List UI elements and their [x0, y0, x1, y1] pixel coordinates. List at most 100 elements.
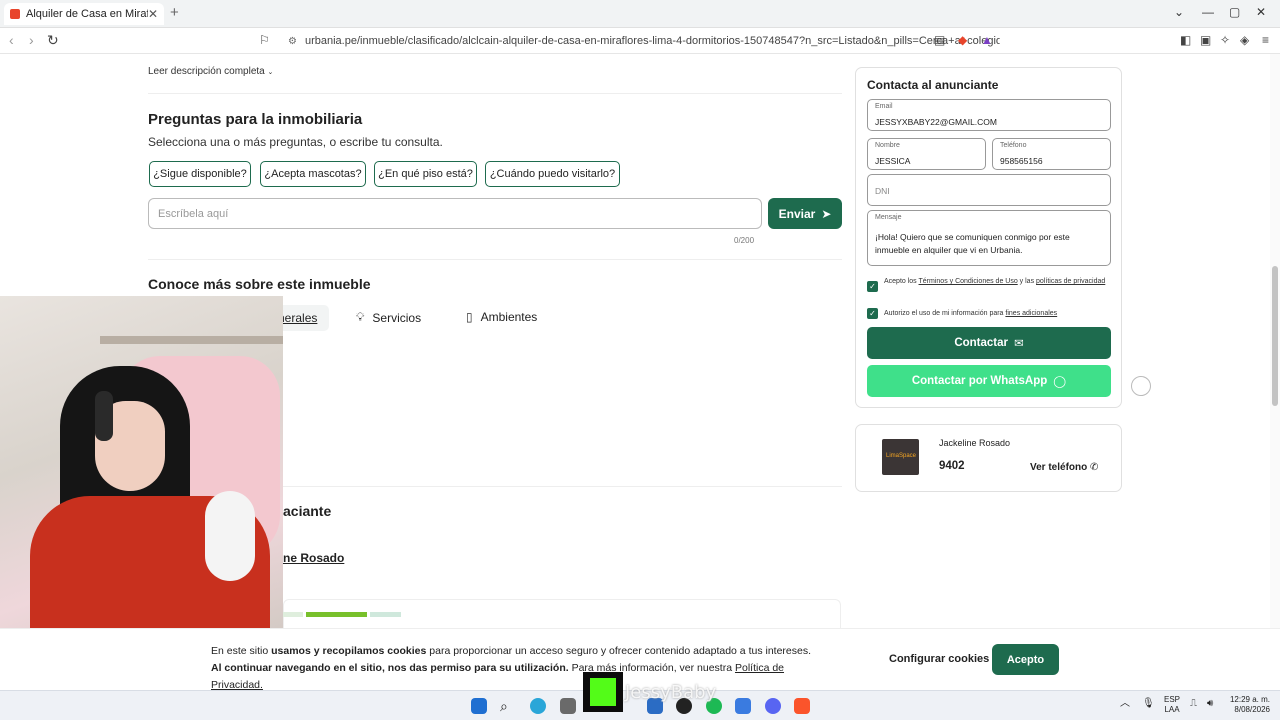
brave-shields-icon[interactable]: ◆: [958, 33, 967, 47]
nombre-field[interactable]: Nombre JESSICA: [867, 138, 986, 170]
authorize-checkbox[interactable]: ✓: [867, 308, 878, 319]
chip-cuando-visitarlo[interactable]: ¿Cuándo puedo visitarlo?: [485, 161, 620, 187]
authorize-text: Autorizo el uso de mi información para f…: [884, 309, 1109, 319]
whatsapp-label: Contactar por WhatsApp: [911, 375, 1048, 387]
ver-telefono-button[interactable]: Ver teléfono ✆: [1030, 462, 1098, 473]
agent-logo-text: LimaSpace: [886, 453, 917, 459]
acepto-button[interactable]: Acepto: [992, 644, 1059, 675]
reload-icon[interactable]: ↻: [47, 32, 59, 49]
sidebar-icon[interactable]: ◧: [1180, 33, 1191, 47]
reader-mode-icon[interactable]: ▤: [934, 33, 945, 47]
configurar-cookies-button[interactable]: Configurar cookies: [889, 653, 989, 665]
site-info-icon[interactable]: ⚙: [288, 36, 297, 47]
terms-checkbox[interactable]: ✓: [867, 281, 878, 292]
close-tab-icon[interactable]: ✕: [148, 7, 158, 21]
message-input[interactable]: Escríbela aquí: [148, 198, 762, 229]
chip-acepta-mascotas[interactable]: ¿Acepta mascotas?: [260, 161, 366, 187]
divider: [148, 259, 842, 260]
send-icon: ➤: [821, 206, 832, 221]
clock-time: 12:29 a. m.: [1229, 695, 1270, 704]
close-window-icon[interactable]: ✕: [1256, 5, 1266, 19]
enviar-button[interactable]: Enviar ➤: [768, 198, 842, 229]
new-tab-button[interactable]: +: [170, 4, 179, 21]
tab-ambientes-label: Ambientes: [480, 310, 538, 324]
browser-address-bar: ‹ › ↻ ⚐ ⚙ urbania.pe/inmueble/clasificad…: [0, 28, 1280, 54]
app-icon[interactable]: [735, 698, 751, 714]
email-label: Email: [875, 103, 893, 110]
contactar-label: Contactar: [954, 337, 1009, 349]
url-field[interactable]: ⚙ urbania.pe/inmueble/clasificado/alclca…: [280, 31, 1000, 51]
forward-icon[interactable]: ›: [29, 32, 34, 48]
telefono-value: 958565156: [1000, 156, 1043, 166]
agent-card: LimaSpace Jackeline Rosado 9402 Ver telé…: [855, 424, 1122, 492]
mensaje-label: Mensaje: [875, 214, 902, 221]
phone-icon: ✆: [1090, 462, 1099, 473]
fines-adicionales-link[interactable]: fines adicionales: [1005, 310, 1057, 317]
clock[interactable]: 12:29 a. m. 8/08/2026: [1226, 695, 1270, 715]
progress-segment: [283, 612, 303, 617]
mensaje-field[interactable]: Mensaje ¡Hola! Quiero que se comuniquen …: [867, 210, 1111, 266]
volume-icon[interactable]: 🔊︎: [1207, 699, 1213, 709]
chevron-down-icon: ⌄: [267, 69, 274, 76]
brave-rewards-icon[interactable]: ▲: [981, 33, 993, 47]
conoce-title: Conoce más sobre este inmueble: [148, 276, 371, 292]
windows-start-icon[interactable]: [471, 698, 487, 714]
tab-search-chevron-icon[interactable]: ⌄: [1174, 5, 1184, 19]
mail-icon: ✉: [1014, 338, 1024, 350]
mensaje-value: ¡Hola! Quiero que se comuniquen conmigo …: [875, 232, 1070, 255]
lang-2: LAA: [1164, 705, 1180, 714]
terms-link[interactable]: Términos y Condiciones de Uso: [919, 278, 1018, 285]
minimize-icon[interactable]: —: [1202, 5, 1214, 19]
chip-sigue-disponible[interactable]: ¿Sigue disponible?: [149, 161, 251, 187]
shelf: [100, 336, 283, 344]
agent-logo: LimaSpace: [882, 439, 919, 475]
anunciante-name-link[interactable]: ne Rosado: [283, 551, 344, 565]
dni-field[interactable]: DNI: [867, 174, 1111, 206]
browser-tab[interactable]: Alquiler de Casa en Miraflores ✕: [4, 3, 164, 25]
cookie-text-2: para proporcionar un acceso seguro y ofr…: [426, 645, 812, 657]
contact-panel: Contacta al anunciante Email JESSYXBABY2…: [855, 67, 1122, 408]
network-icon[interactable]: ⎍: [1190, 699, 1197, 709]
scrollbar[interactable]: [1270, 54, 1280, 688]
cookie-text-bold1: usamos y recopilamos cookies: [271, 645, 427, 657]
microphone-tray-icon[interactable]: 🎙︎: [1142, 699, 1155, 709]
contact-title: Contacta al anunciante: [867, 78, 999, 92]
menu-icon[interactable]: ≡: [1262, 33, 1269, 47]
edge-icon[interactable]: [530, 698, 546, 714]
tab-servicios-label: Servicios: [372, 310, 422, 325]
tab-ambientes[interactable]: ▯ Ambientes: [466, 310, 537, 324]
leer-descripcion-link[interactable]: Leer descripción completa ⌄: [148, 66, 273, 77]
scrollbar-thumb[interactable]: [1272, 266, 1278, 406]
vpn-icon[interactable]: ◈: [1240, 33, 1249, 47]
lang-1: ESP: [1164, 695, 1181, 704]
bookmark-icon[interactable]: ⚐: [259, 33, 270, 47]
cookie-banner: En este sitio usamos y recopilamos cooki…: [0, 628, 1280, 691]
chip-en-que-piso[interactable]: ¿En qué piso está?: [374, 161, 477, 187]
privacy-link[interactable]: políticas de privacidad: [1036, 278, 1105, 285]
ver-telefono-label: Ver teléfono: [1030, 462, 1088, 473]
contactar-button[interactable]: Contactar ✉: [867, 327, 1111, 359]
telefono-label: Teléfono: [1000, 142, 1027, 149]
door-icon: ▯: [466, 310, 473, 324]
brave-icon[interactable]: [794, 698, 810, 714]
authorize-text-a: Autorizo el uso de mi información para: [884, 310, 1006, 317]
nombre-value: JESSICA: [875, 156, 911, 166]
terms-text-a: Acepto los: [884, 278, 919, 285]
maximize-icon[interactable]: ▢: [1229, 5, 1240, 19]
wallet-icon[interactable]: ▣: [1200, 33, 1211, 47]
search-icon[interactable]: ⌕: [500, 698, 516, 714]
whatsapp-button[interactable]: Contactar por WhatsApp ◯: [867, 365, 1111, 397]
telefono-field[interactable]: Teléfono 958565156: [992, 138, 1111, 170]
discord-icon[interactable]: [765, 698, 781, 714]
app-icon[interactable]: [560, 698, 576, 714]
tab-servicios[interactable]: 💡︎ Servicios: [356, 310, 421, 325]
leo-ai-icon[interactable]: ✧: [1220, 33, 1230, 47]
back-icon[interactable]: ‹: [9, 32, 14, 48]
cookie-text-1: En este sitio: [211, 645, 272, 657]
language-indicator[interactable]: ESP LAA: [1164, 695, 1180, 715]
headset: [95, 391, 113, 441]
tray-chevron-icon[interactable]: ︿: [1120, 699, 1130, 709]
whatsapp-icon: ◯: [1053, 376, 1067, 388]
email-field[interactable]: Email JESSYXBABY22@GMAIL.COM: [867, 99, 1111, 131]
url-text: urbania.pe/inmueble/clasificado/alclcain…: [304, 35, 1000, 47]
